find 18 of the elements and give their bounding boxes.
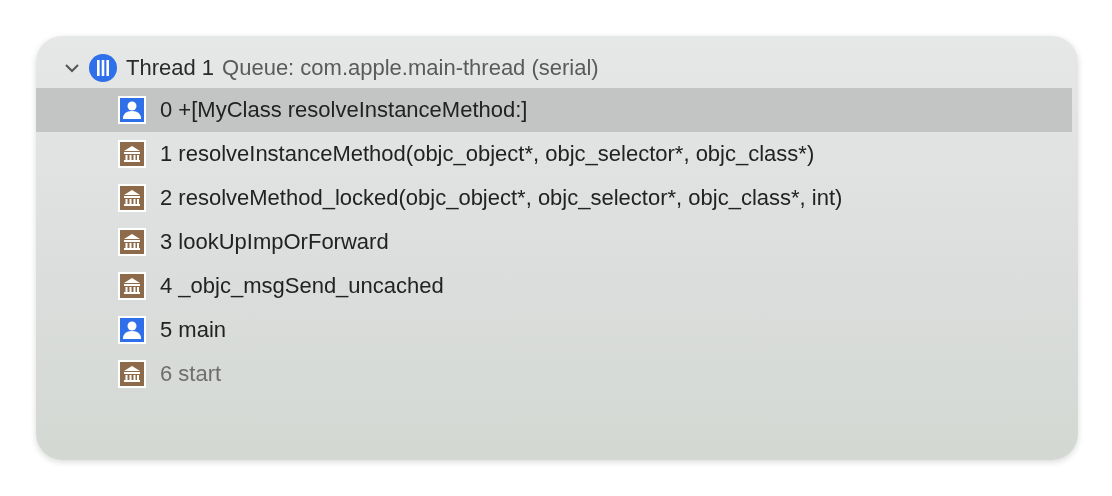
- stack-frame-row[interactable]: 1 resolveInstanceMethod(objc_object*, objc_selector*, objc_class*): [36, 132, 1072, 176]
- stack-frame-row[interactable]: 2 resolveMethod_locked(objc_object*, objc_selector*, objc_class*, int): [36, 176, 1072, 220]
- frame-label: 0 +[MyClass resolveInstanceMethod:]: [160, 97, 528, 123]
- chevron-icon[interactable]: [64, 62, 80, 74]
- stack-frame-row[interactable]: 5 main: [36, 308, 1072, 352]
- stack-frame-row[interactable]: 6 start: [36, 352, 1072, 396]
- thread-name: Thread 1: [126, 55, 215, 81]
- frame-label: 3 lookUpImpOrForward: [160, 229, 389, 255]
- queue-name: Queue: com.apple.main-thread (serial): [222, 55, 599, 81]
- frame-label: 6 start: [160, 361, 222, 387]
- frame-label: 5 main: [160, 317, 227, 343]
- frame-label: 4 _objc_msgSend_uncached: [160, 273, 444, 299]
- frame-label: 2 resolveMethod_locked(objc_object*, objc_selector*, objc_class*, int): [160, 185, 843, 211]
- frame-label: 1 resolveInstanceMethod(objc_object*, objc_selector*, objc_class*): [160, 141, 815, 167]
- stack-frame-row[interactable]: 4 _objc_msgSend_uncached: [36, 264, 1072, 308]
- stack-frame-row[interactable]: 3 lookUpImpOrForward: [36, 220, 1072, 264]
- stack-frame-row[interactable]: 0 +[MyClass resolveInstanceMethod:]: [36, 88, 1072, 132]
- thread-icon: [88, 53, 118, 83]
